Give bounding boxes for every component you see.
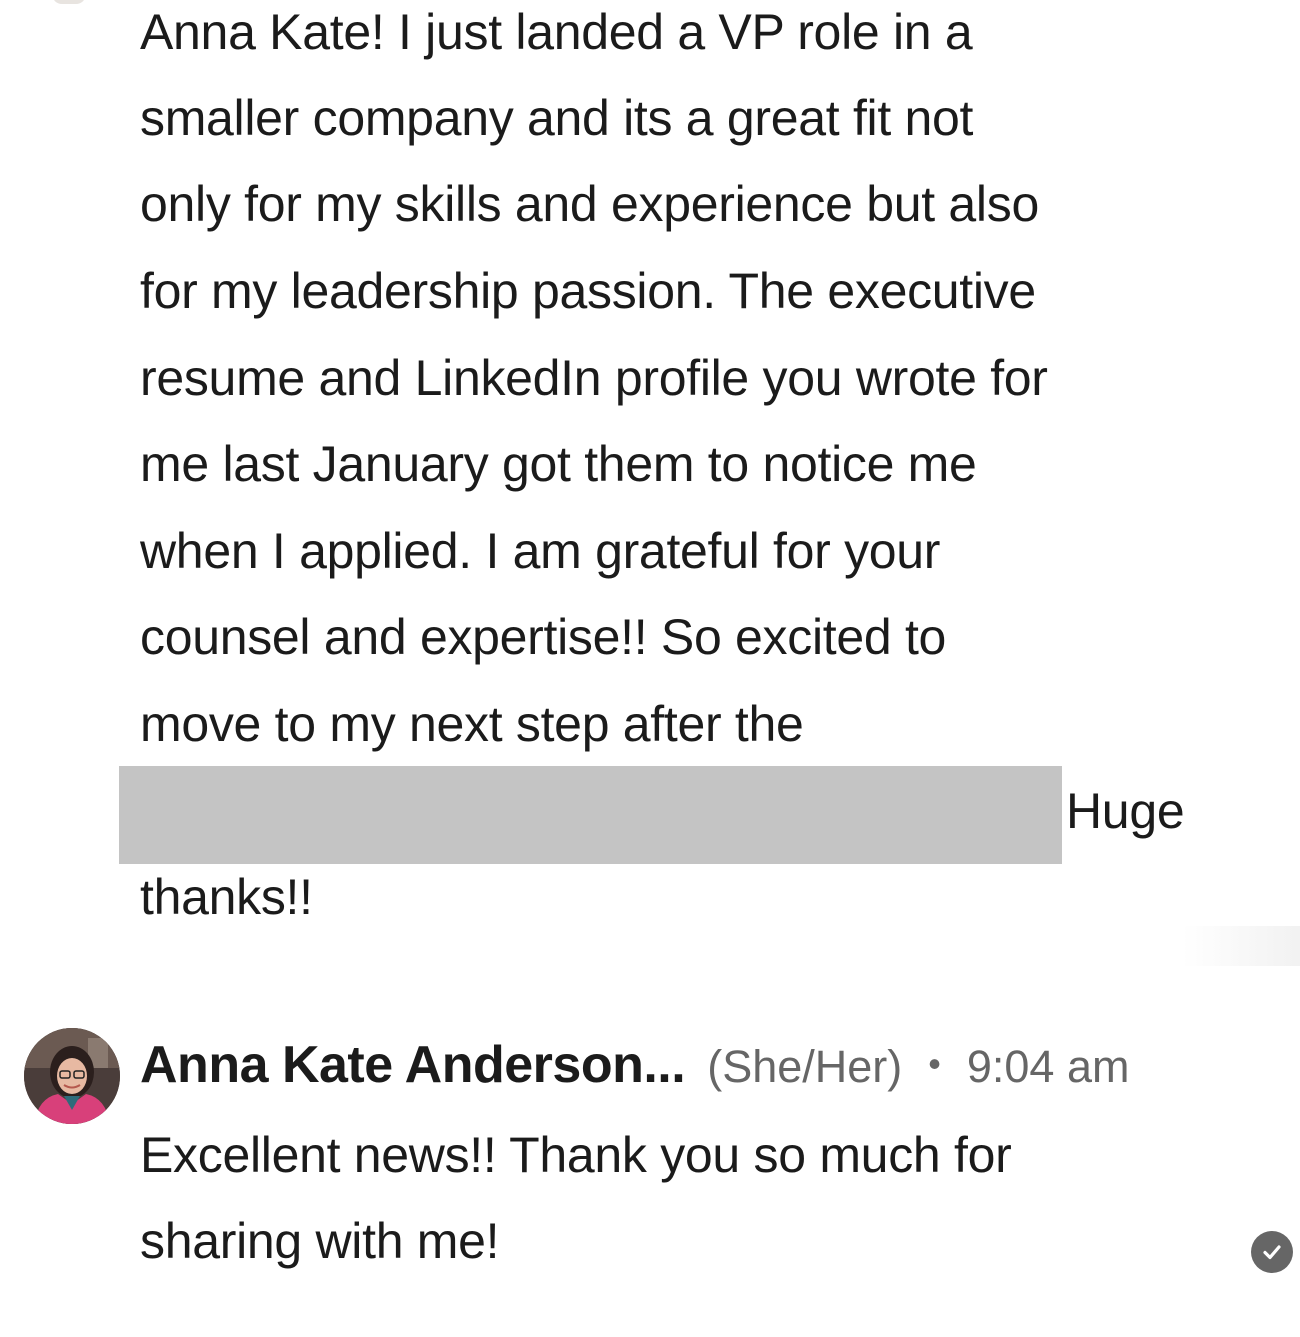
read-checkmark-icon bbox=[1251, 1231, 1293, 1273]
message-line: resume and LinkedIn profile you wrote fo… bbox=[140, 350, 1048, 406]
faint-background-mark bbox=[1182, 926, 1300, 966]
message-line: smaller company and its a great fit not bbox=[140, 90, 974, 146]
previous-avatar-edge bbox=[52, 0, 86, 4]
message-line: when I applied. I am grateful for your bbox=[140, 523, 941, 579]
message-line: move to my next step after the bbox=[140, 696, 804, 752]
redacted-text-block bbox=[119, 766, 1062, 864]
message-line: only for my skills and experience but al… bbox=[140, 176, 1039, 232]
message-line: for my leadership passion. The executive bbox=[140, 263, 1036, 319]
profile-photo-icon bbox=[24, 1028, 120, 1124]
reply-message-line: Excellent news!! Thank you so much for bbox=[140, 1127, 1012, 1183]
message-line: Huge bbox=[1066, 783, 1185, 839]
reply-message-line: sharing with me! bbox=[140, 1213, 500, 1269]
sender-pronouns: (She/Her) bbox=[707, 1041, 903, 1092]
message-line: me last January got them to notice me bbox=[140, 436, 977, 492]
separator-dot: • bbox=[928, 1043, 941, 1084]
message-timestamp: 9:04 am bbox=[966, 1041, 1130, 1092]
sender-name[interactable]: Anna Kate Anderson... bbox=[140, 1030, 686, 1100]
message-line: Anna Kate! I just landed a VP role in a bbox=[140, 4, 973, 60]
avatar[interactable] bbox=[24, 1028, 120, 1124]
message-line: counsel and expertise!! So excited to bbox=[140, 609, 947, 665]
reply-header: Anna Kate Anderson... (She/Her) • 9:04 a… bbox=[140, 1030, 1129, 1100]
message-line: thanks!! bbox=[140, 869, 313, 925]
